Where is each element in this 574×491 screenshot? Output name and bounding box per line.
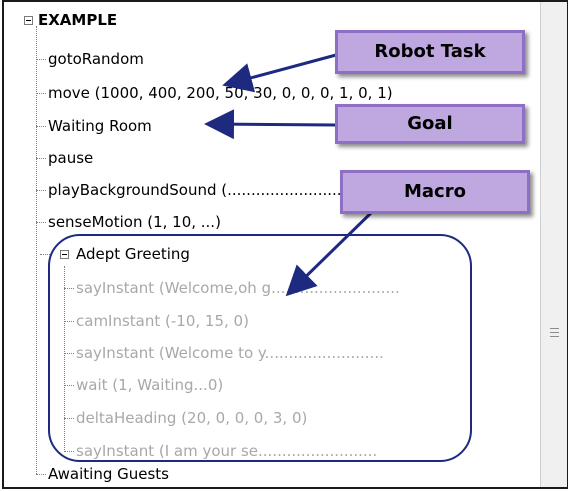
tree-connector: [36, 158, 46, 159]
tree-item[interactable]: move (1000, 400, 200, 50, 30, 0, 0, 0, 1…: [48, 82, 393, 104]
tree-item[interactable]: Awaiting Guests: [48, 463, 169, 485]
macro-callout: Macro: [340, 170, 530, 214]
collapse-toggle-icon[interactable]: [24, 16, 33, 25]
tree-connector: [40, 254, 50, 255]
goal-callout: Goal: [335, 104, 525, 144]
tree-connector: [36, 474, 46, 475]
robot-task-callout: Robot Task: [335, 30, 525, 74]
tree-connector: [36, 59, 46, 60]
tree-connector: [36, 190, 46, 191]
tree-item[interactable]: senseMotion (1, 10, ...): [48, 211, 221, 233]
tree-item[interactable]: pause: [48, 147, 93, 169]
vertical-scrollbar[interactable]: [540, 2, 567, 487]
tree-item[interactable]: Waiting Room: [48, 115, 152, 137]
task-tree: EXAMPLE gotoRandom move (1000, 400, 200,…: [4, 2, 540, 487]
tree-connector: [36, 126, 46, 127]
macro-highlight-outline: [48, 234, 472, 462]
tree-connector: [36, 93, 46, 94]
tree-root-label[interactable]: EXAMPLE: [38, 9, 117, 31]
tree-item[interactable]: gotoRandom: [48, 48, 144, 70]
tree-connector: [36, 222, 46, 223]
scroll-grip-icon: [550, 328, 559, 340]
